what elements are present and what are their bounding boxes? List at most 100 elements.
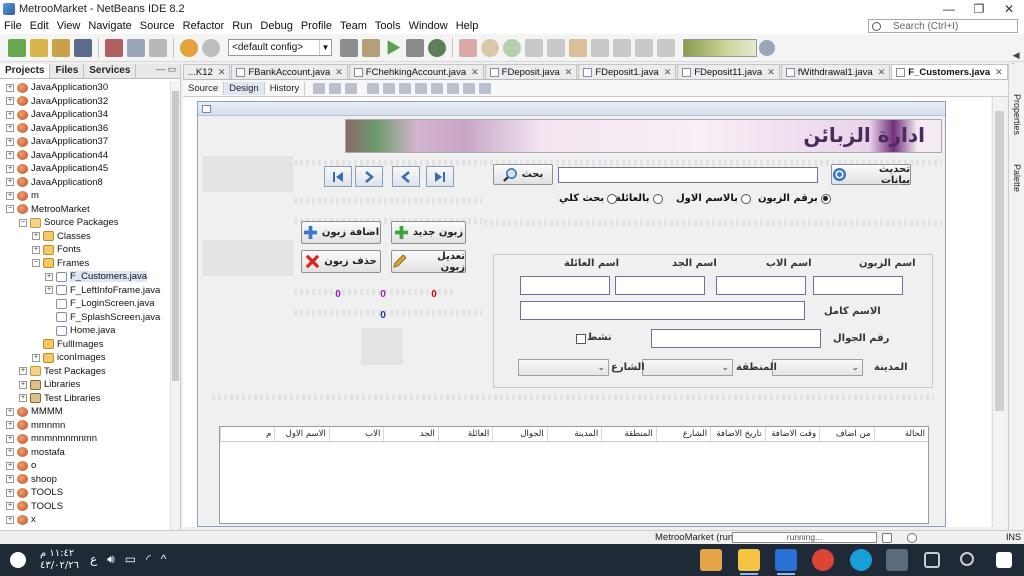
center-vertical-icon[interactable] <box>447 82 460 94</box>
menu-file[interactable]: File <box>0 20 26 32</box>
design-scrollbar[interactable] <box>992 97 1006 527</box>
menu-tools[interactable]: Tools <box>371 20 405 32</box>
menu-help[interactable]: Help <box>452 20 483 32</box>
close-tab-icon[interactable]: ✕ <box>335 67 343 78</box>
stop-icon[interactable] <box>459 38 477 57</box>
menu-run[interactable]: Run <box>228 20 256 32</box>
tree-expand-icon[interactable]: + <box>45 272 53 281</box>
new-project-icon[interactable] <box>8 38 26 57</box>
tab-projects[interactable]: Projects <box>0 64 51 78</box>
tree-item[interactable]: + F_Customers.java <box>0 270 170 284</box>
close-tab-icon[interactable]: ✕ <box>471 67 479 78</box>
table-column-header[interactable]: من اضاف <box>819 427 873 441</box>
build-icon[interactable] <box>340 38 358 57</box>
new-file-icon[interactable] <box>30 38 48 57</box>
tree-item[interactable]: + MMMM <box>0 405 170 419</box>
tree-expand-icon[interactable]: − <box>6 205 14 214</box>
tree-expand-icon[interactable]: + <box>6 97 14 106</box>
grandfather-name-field[interactable] <box>615 276 705 295</box>
table-column-header[interactable]: المنطقة <box>601 427 655 441</box>
tree-expand-icon[interactable]: + <box>19 394 27 403</box>
table-column-header[interactable]: الجوال <box>492 427 546 441</box>
tree-item[interactable]: F_LoginScreen.java <box>0 297 170 311</box>
close-tab-icon[interactable]: ✕ <box>995 67 1003 78</box>
tree-item[interactable]: + Test Libraries <box>0 392 170 406</box>
tree-expand-icon[interactable]: + <box>32 245 40 254</box>
editor-tab[interactable]: ...K12 ✕ <box>183 64 231 79</box>
continue-icon[interactable] <box>503 38 521 57</box>
start-icon[interactable] <box>996 552 1012 568</box>
tab-services[interactable]: Services <box>84 64 137 78</box>
table-column-header[interactable]: الحالة <box>873 427 928 441</box>
tree-item[interactable]: + TOOLS <box>0 500 170 514</box>
menu-window[interactable]: Window <box>405 20 452 32</box>
preview-design-icon[interactable] <box>345 82 358 94</box>
language-indicator[interactable]: ع <box>90 552 97 567</box>
menu-debug[interactable]: Debug <box>256 20 296 32</box>
memory-usage-bar[interactable] <box>683 38 757 57</box>
scroll-thumb[interactable] <box>995 111 1004 411</box>
father-name-field[interactable] <box>716 276 806 295</box>
wifi-icon[interactable]: ◜ <box>146 552 151 567</box>
table-column-header[interactable]: الجد <box>383 427 437 441</box>
table-column-header[interactable]: تاريخ الاضافة <box>710 427 764 441</box>
tree-expand-icon[interactable]: + <box>6 164 14 173</box>
tree-item[interactable]: + TOOLS <box>0 486 170 500</box>
tree-item[interactable]: + shoop <box>0 473 170 487</box>
menu-source[interactable]: Source <box>136 20 179 32</box>
tree-item[interactable]: + mnmnmnmnmn <box>0 432 170 446</box>
tree-expand-icon[interactable]: − <box>32 259 40 268</box>
full-name-field[interactable] <box>520 301 805 320</box>
tree-item[interactable]: + Fonts <box>0 243 170 257</box>
tab-files[interactable]: Files <box>50 64 85 78</box>
customer-name-field[interactable] <box>813 276 903 295</box>
save-all-icon[interactable] <box>74 38 92 57</box>
tab-design[interactable]: Design <box>224 81 265 95</box>
tree-expand-icon[interactable]: + <box>6 448 14 457</box>
tree-expand-icon[interactable]: + <box>6 83 14 92</box>
tree-item[interactable]: + JavaApplication32 <box>0 95 170 109</box>
tree-expand-icon[interactable]: + <box>6 515 14 524</box>
table-column-header[interactable]: م <box>219 427 274 441</box>
delete-customer-button[interactable]: حذف زبون <box>301 250 381 273</box>
tree-item[interactable]: FullImages <box>0 338 170 352</box>
cut-icon[interactable] <box>105 38 123 57</box>
tree-item[interactable]: + Libraries <box>0 378 170 392</box>
edge-taskbar-icon[interactable] <box>850 549 872 571</box>
align-left-icon[interactable] <box>367 82 380 94</box>
profile-icon[interactable] <box>428 38 446 57</box>
table-column-header[interactable]: الاب <box>328 427 383 441</box>
tree-expand-icon[interactable]: + <box>6 178 14 187</box>
tree-item[interactable]: − Frames <box>0 257 170 271</box>
maximize-button[interactable]: ❐ <box>964 2 994 16</box>
tree-expand-icon[interactable]: + <box>6 488 14 497</box>
tree-item[interactable]: − Source Packages <box>0 216 170 230</box>
mobile-field[interactable] <box>651 329 821 348</box>
file-explorer-taskbar-icon[interactable] <box>738 549 760 575</box>
gc-icon[interactable] <box>759 39 775 56</box>
app-cube-taskbar-icon[interactable] <box>775 549 797 575</box>
refresh-data-button[interactable]: تحديث بيانات <box>831 164 911 186</box>
paste-icon[interactable] <box>149 38 167 57</box>
redo-icon[interactable] <box>202 38 220 57</box>
copy-icon[interactable] <box>127 38 145 57</box>
tree-expand-icon[interactable]: + <box>6 461 14 470</box>
menu-refactor[interactable]: Refactor <box>179 20 229 32</box>
new-customer-button[interactable]: زبون جديد <box>391 221 466 244</box>
chevron-up-icon[interactable]: ^ <box>161 552 167 567</box>
table-column-header[interactable]: الاسم الاول <box>274 427 328 441</box>
close-tab-icon[interactable]: ✕ <box>767 67 775 78</box>
resize-horizontal-icon[interactable] <box>463 82 476 94</box>
table-column-header[interactable]: المدينة <box>546 427 601 441</box>
chrome-taskbar-icon[interactable] <box>812 549 834 571</box>
pause-icon[interactable] <box>481 38 499 57</box>
tree-item[interactable]: + JavaApplication34 <box>0 108 170 122</box>
first-record-button[interactable] <box>324 166 352 187</box>
search-icon[interactable] <box>960 552 974 566</box>
store-taskbar-icon[interactable] <box>886 549 908 571</box>
tree-expand-icon[interactable]: + <box>6 475 14 484</box>
resize-vertical-icon[interactable] <box>479 82 492 94</box>
previous-record-button[interactable] <box>392 166 420 187</box>
tree-item[interactable]: + JavaApplication8 <box>0 176 170 190</box>
editor-tab[interactable]: F_Customers.java ✕ <box>891 64 1008 79</box>
